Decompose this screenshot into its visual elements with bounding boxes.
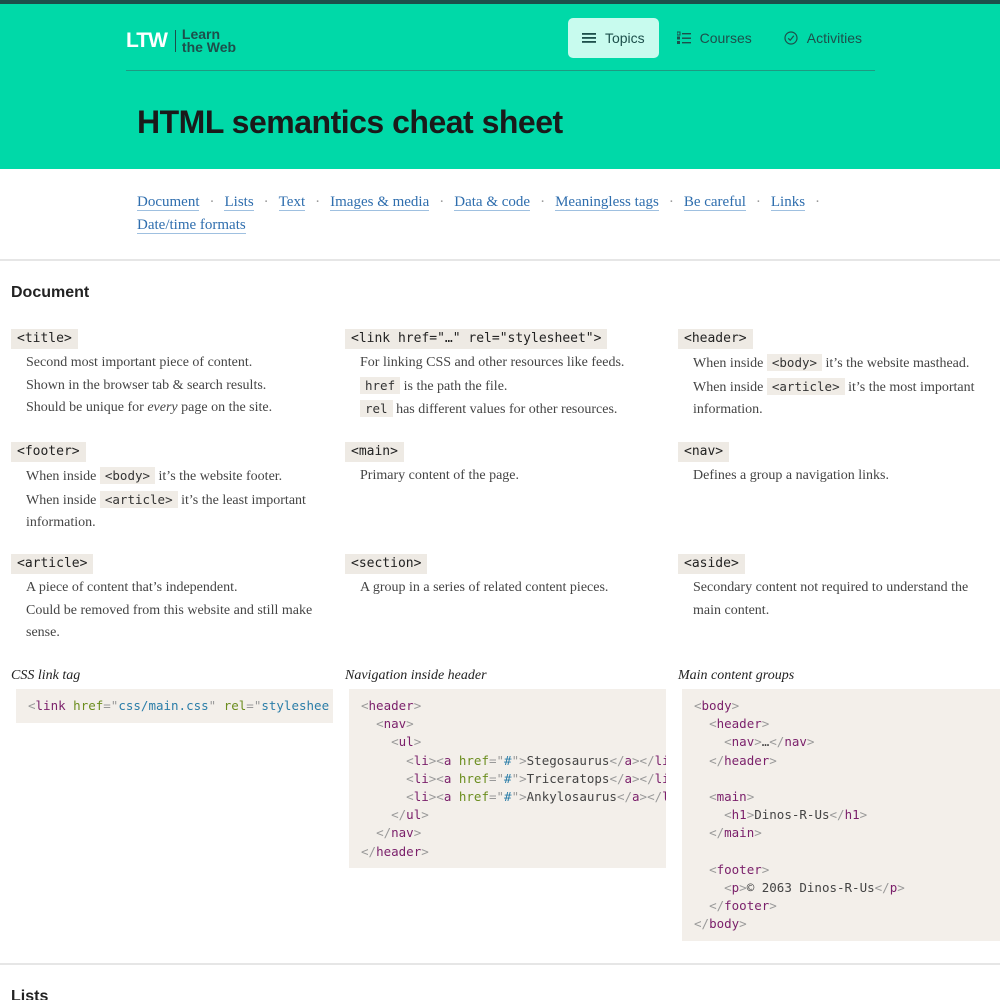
card-header: <header> When inside <body> it’s the web… (678, 329, 998, 422)
card-title: <title> Second most important piece of c… (11, 329, 331, 420)
section-divider (0, 963, 1000, 965)
card-description: Defines a group a navigation links. (693, 468, 889, 483)
tag-label: <nav> (678, 442, 730, 462)
list-icon (676, 31, 691, 44)
card-description: For linking CSS and other resources like… (360, 355, 625, 417)
inline-code: <body> (99, 467, 156, 484)
tag-label: <title> (11, 329, 78, 349)
code-example-nav-header[interactable]: <header> <nav> <ul> <li><a href="#">Steg… (349, 689, 666, 868)
toc-link-document[interactable]: Document (137, 194, 200, 211)
tag-label: <article> (11, 554, 94, 574)
menu-icon (581, 33, 596, 43)
nav-activities-label: Activities (806, 30, 862, 46)
toc-row: Document · Lists · Text · Images & media · Data … (137, 194, 821, 211)
card-section: <section> A group in a series of related… (345, 554, 665, 600)
example-caption-nav-header: Navigation inside header (345, 668, 487, 683)
nav-activities[interactable]: Activities (770, 18, 876, 58)
card-link: <link href="…" rel="stylesheet"> For lin… (345, 329, 665, 422)
inline-code: rel (360, 400, 393, 417)
tag-label: <footer> (11, 442, 86, 462)
site-header: LTW Learn the Web Topics Courses Activit… (0, 0, 1000, 169)
section-divider (0, 259, 1000, 261)
toc-link-images-media[interactable]: Images & media (330, 194, 430, 211)
check-circle-icon (784, 31, 798, 45)
tag-label: <aside> (678, 554, 745, 574)
nav-topics[interactable]: Topics (567, 18, 659, 58)
card-description: Second most important piece of content. … (26, 355, 273, 415)
logo-text: Learn the Web (181, 26, 237, 55)
tag-label: <main> (345, 442, 404, 462)
card-nav: <nav> Defines a group a navigation links… (678, 442, 998, 488)
example-caption-css-link: CSS link tag (11, 668, 81, 683)
toc-link-text[interactable]: Text (278, 194, 306, 211)
toc-link-lists[interactable]: Lists (224, 194, 254, 211)
card-article: <article> A piece of content that’s inde… (11, 554, 331, 645)
page-title: HTML semantics cheat sheet (137, 104, 563, 140)
toc-link-date-time-formats[interactable]: Date/time formats (137, 217, 246, 234)
inline-code: <article> (766, 377, 845, 395)
card-main: <main> Primary content of the page. (345, 442, 665, 488)
section-heading-lists: Lists (11, 988, 49, 1000)
toc-link-meaningless-tags[interactable]: Meaningless tags (555, 194, 659, 211)
card-description: When inside <body> it’s the website mast… (693, 354, 975, 417)
header-divider (126, 70, 875, 71)
card-aside: <aside> Secondary content not required t… (678, 554, 998, 622)
toc-link-be-careful[interactable]: Be careful (683, 194, 746, 211)
card-footer: <footer> When inside <body> it’s the web… (11, 442, 331, 535)
toc-row: Date/time formats (137, 214, 837, 237)
logo-mark: LTW (126, 30, 176, 52)
card-description: A group in a series of related content p… (360, 580, 609, 595)
tag-label: <header> (678, 329, 753, 349)
inline-code: href (360, 376, 401, 394)
card-description: Secondary content not required to unders… (693, 580, 969, 618)
card-description: A piece of content that’s independent. C… (26, 580, 313, 640)
toc-link-data-code[interactable]: Data & code (454, 194, 531, 211)
main-nav: Topics Courses Activities (567, 18, 876, 58)
card-description: Primary content of the page. (360, 468, 520, 483)
nav-topics-label: Topics (604, 30, 645, 46)
card-description: When inside <body> it’s the website foot… (26, 467, 306, 530)
code-example-main-groups[interactable]: <body> <header> <nav>…</nav> </header> <… (682, 689, 1000, 941)
inline-code: <body> (766, 354, 823, 371)
nav-courses-label: Courses (699, 30, 752, 46)
nav-courses[interactable]: Courses (663, 18, 766, 58)
section-heading-document: Document (11, 284, 90, 301)
inline-code: <article> (99, 490, 178, 508)
toc-link-links[interactable]: Links (770, 194, 806, 211)
site-logo[interactable]: LTW Learn the Web (126, 26, 246, 56)
tag-label: <section> (345, 554, 428, 574)
code-example-css-link[interactable]: <link href="css/main.css" rel="styleshee (16, 689, 333, 723)
example-caption-main-groups: Main content groups (678, 668, 795, 683)
table-of-contents: Document · Lists · Text · Images & media · Data … (137, 191, 837, 237)
tag-label: <link href="…" rel="stylesheet"> (345, 329, 608, 349)
